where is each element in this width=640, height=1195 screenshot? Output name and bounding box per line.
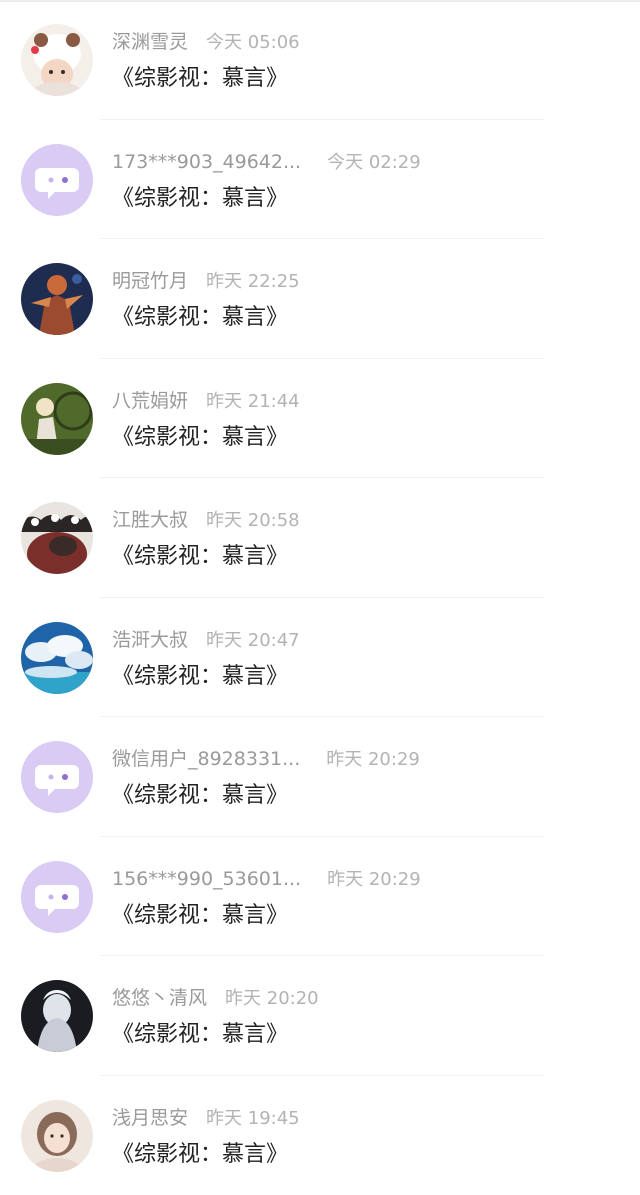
avatar[interactable]	[21, 980, 93, 1052]
message-item[interactable]: 浅月思安昨天 19:45 《综影视：慕言》	[0, 1076, 640, 1195]
sender-name[interactable]: 浅月思安	[112, 1103, 188, 1133]
message-text: 《综影视：慕言》	[112, 780, 288, 812]
message-time: 昨天 20:20	[225, 984, 319, 1014]
message-item[interactable]: 深渊雪灵今天 05:06 《综影视：慕言》	[0, 0, 640, 120]
sender-name[interactable]: 深渊雪灵	[112, 27, 188, 57]
message-time: 今天 02:29	[327, 148, 421, 178]
sender-name[interactable]: 156***990_53601...	[112, 864, 301, 894]
sender-name[interactable]: 浩涆大叔	[112, 625, 188, 655]
avatar[interactable]	[21, 741, 93, 813]
message-item[interactable]: 156***990_53601... 昨天 20:29 《综影视：慕言》	[0, 837, 640, 957]
message-time: 昨天 22:25	[206, 267, 300, 297]
message-text: 《综影视：慕言》	[112, 183, 288, 215]
message-item[interactable]: 悠悠丶清风昨天 20:20 《综影视：慕言》	[0, 956, 640, 1076]
message-item[interactable]: 173***903_49642... 今天 02:29 《综影视：慕言》	[0, 120, 640, 240]
message-meta: 173***903_49642... 今天 02:29	[112, 147, 421, 177]
message-meta: 156***990_53601... 昨天 20:29	[112, 864, 421, 894]
sender-name[interactable]: 明冠竹月	[112, 266, 188, 296]
message-meta: 悠悠丶清风昨天 20:20	[112, 983, 319, 1013]
user-photo-icon	[21, 622, 93, 694]
message-item[interactable]: 微信用户_8928331... 昨天 20:29 《综影视：慕言》	[0, 717, 640, 837]
user-photo-icon	[21, 1100, 93, 1172]
message-item[interactable]: 浩涆大叔昨天 20:47 《综影视：慕言》	[0, 598, 640, 718]
avatar[interactable]	[21, 861, 93, 933]
message-item[interactable]: 八荒娟妍昨天 21:44 《综影视：慕言》	[0, 359, 640, 479]
sender-name[interactable]: 江胜大叔	[112, 505, 188, 535]
message-text: 《综影视：慕言》	[112, 302, 288, 334]
avatar[interactable]	[21, 622, 93, 694]
chat-bubble-icon	[21, 861, 93, 933]
avatar[interactable]	[21, 263, 93, 335]
sender-name[interactable]: 173***903_49642...	[112, 147, 301, 177]
chat-bubble-icon	[21, 741, 93, 813]
avatar[interactable]	[21, 1100, 93, 1172]
message-list: 深渊雪灵今天 05:06 《综影视：慕言》 173***903_49642...…	[0, 0, 640, 1195]
message-text: 《综影视：慕言》	[112, 1139, 288, 1171]
message-meta: 江胜大叔昨天 20:58	[112, 505, 300, 535]
message-time: 昨天 20:29	[326, 745, 420, 775]
message-item[interactable]: 明冠竹月昨天 22:25 《综影视：慕言》	[0, 239, 640, 359]
user-photo-icon	[21, 263, 93, 335]
avatar[interactable]	[21, 24, 93, 96]
user-photo-icon	[21, 502, 93, 574]
sender-name[interactable]: 微信用户_8928331...	[112, 744, 300, 774]
user-photo-icon	[21, 24, 93, 96]
message-time: 昨天 20:47	[206, 626, 300, 656]
message-time: 昨天 20:29	[327, 865, 421, 895]
message-meta: 微信用户_8928331... 昨天 20:29	[112, 744, 420, 774]
message-text: 《综影视：慕言》	[112, 422, 288, 454]
sender-name[interactable]: 悠悠丶清风	[112, 983, 207, 1013]
message-time: 昨天 20:58	[206, 506, 300, 536]
message-text: 《综影视：慕言》	[112, 661, 288, 693]
message-time: 今天 05:06	[206, 28, 300, 58]
message-time: 昨天 21:44	[206, 387, 300, 417]
message-meta: 浅月思安昨天 19:45	[112, 1103, 300, 1133]
message-meta: 明冠竹月昨天 22:25	[112, 266, 300, 296]
sender-name[interactable]: 八荒娟妍	[112, 386, 188, 416]
user-photo-icon	[21, 383, 93, 455]
message-text: 《综影视：慕言》	[112, 900, 288, 932]
avatar[interactable]	[21, 144, 93, 216]
message-meta: 浩涆大叔昨天 20:47	[112, 625, 300, 655]
message-time: 昨天 19:45	[206, 1104, 300, 1134]
message-meta: 深渊雪灵今天 05:06	[112, 27, 300, 57]
message-text: 《综影视：慕言》	[112, 63, 288, 95]
avatar[interactable]	[21, 502, 93, 574]
message-meta: 八荒娟妍昨天 21:44	[112, 386, 300, 416]
user-photo-icon	[21, 980, 93, 1052]
message-item[interactable]: 江胜大叔昨天 20:58 《综影视：慕言》	[0, 478, 640, 598]
avatar[interactable]	[21, 383, 93, 455]
chat-bubble-icon	[21, 144, 93, 216]
message-text: 《综影视：慕言》	[112, 541, 288, 573]
message-text: 《综影视：慕言》	[112, 1019, 288, 1051]
